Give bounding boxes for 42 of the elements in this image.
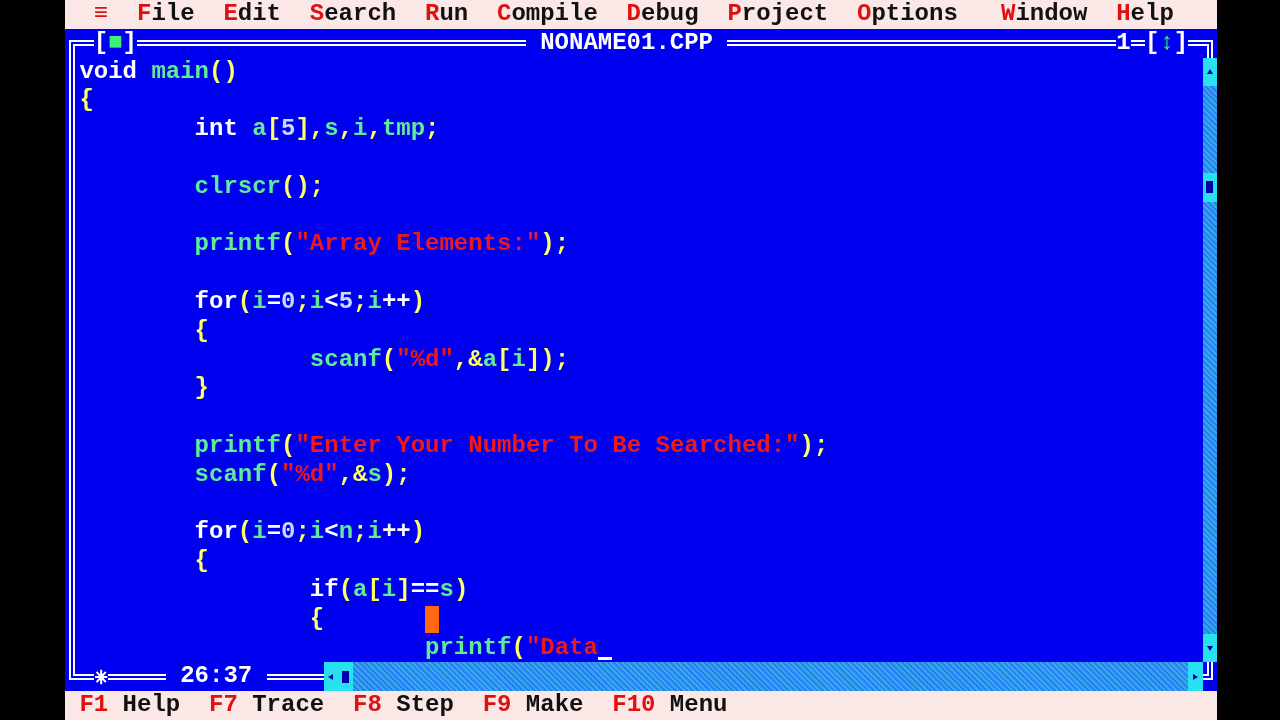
shortcut-item[interactable]: F7 Trace bbox=[194, 691, 339, 720]
scroll-left-button[interactable] bbox=[324, 662, 339, 692]
code-line: for(i=0;i<5;i++) bbox=[193, 287, 426, 317]
system-menu-button[interactable]: ≡ bbox=[79, 0, 123, 29]
menu-item[interactable]: Window bbox=[986, 0, 1102, 29]
code-line: scanf("%d",&a[i]); bbox=[308, 345, 570, 375]
menu-item[interactable]: Project bbox=[713, 0, 843, 29]
down-triangle-icon bbox=[1204, 643, 1215, 653]
code-line: clrscr(); bbox=[193, 172, 325, 202]
menu-item[interactable]: Search bbox=[295, 0, 411, 29]
code-line: } bbox=[193, 374, 209, 404]
code-line: void main() bbox=[79, 57, 238, 87]
scroll-down-button[interactable] bbox=[1202, 633, 1217, 663]
scroll-right-button[interactable] bbox=[1188, 662, 1203, 692]
menu-item[interactable]: Options bbox=[842, 0, 973, 29]
code-line: for(i=0;i<n;i++) bbox=[193, 518, 426, 548]
menu-item[interactable]: Edit bbox=[209, 0, 296, 29]
code-line: printf("Data bbox=[424, 633, 598, 663]
mouse-cursor bbox=[425, 605, 440, 633]
menu-item[interactable]: Help bbox=[1101, 0, 1189, 29]
code-line: { bbox=[193, 316, 209, 346]
code-line: { bbox=[193, 547, 209, 576]
menu-item[interactable]: Compile bbox=[482, 0, 613, 29]
code-line: if(a[i]==s) bbox=[308, 575, 469, 605]
shortcut-item[interactable]: F10 Menu bbox=[597, 691, 742, 720]
code-line: printf("Array Elements:"); bbox=[193, 230, 570, 260]
code-line: { bbox=[79, 86, 94, 116]
scroll-up-button[interactable] bbox=[1202, 57, 1217, 87]
code-line: { bbox=[308, 604, 325, 634]
code-line: int a[5],s,i,tmp; bbox=[193, 115, 440, 144]
up-triangle-icon bbox=[1204, 67, 1215, 77]
menu-item[interactable]: Debug bbox=[612, 0, 713, 29]
shortcut-item[interactable]: F1 Help bbox=[65, 691, 195, 720]
scrollbar-thumb[interactable] bbox=[1202, 172, 1217, 202]
code-line: printf("Enter Your Number To Be Searched:"); bbox=[193, 431, 829, 461]
menu-item[interactable]: File bbox=[122, 0, 209, 29]
horizontal-scrollbar[interactable] bbox=[324, 662, 1203, 692]
shortcut-item[interactable]: F8 Step bbox=[338, 691, 469, 720]
vertical-scrollbar[interactable] bbox=[1202, 57, 1217, 663]
shortcut-item[interactable]: F9 Make bbox=[468, 691, 598, 720]
code-line: scanf("%d",&s); bbox=[193, 460, 411, 490]
menu-item[interactable]: Run bbox=[410, 0, 483, 29]
